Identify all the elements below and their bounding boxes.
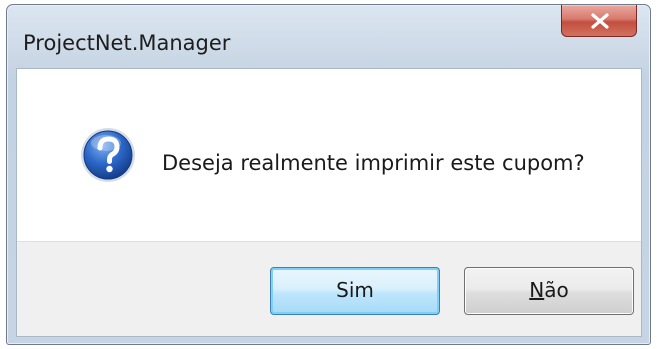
close-icon (591, 13, 609, 29)
yes-button[interactable]: Sim (270, 267, 440, 315)
close-button[interactable] (561, 5, 637, 37)
title-bar[interactable]: ProjectNet.Manager (7, 5, 650, 67)
button-bar: Sim Não (17, 241, 641, 336)
message-area: Deseja realmente imprimir este cupom? (17, 69, 641, 241)
dialog-window: ProjectNet.Manager Deseja realmente impr… (6, 4, 651, 345)
question-icon (81, 128, 135, 182)
window-title: ProjectNet.Manager (23, 31, 231, 55)
dialog-message: Deseja realmente imprimir este cupom? (162, 151, 585, 175)
dialog-content: Deseja realmente imprimir este cupom? Si… (16, 68, 642, 337)
no-button-mnemonic: N (529, 278, 545, 302)
no-button-label: ão (544, 278, 569, 302)
no-button[interactable]: Não (464, 267, 634, 315)
yes-button-label: Sim (336, 278, 374, 302)
